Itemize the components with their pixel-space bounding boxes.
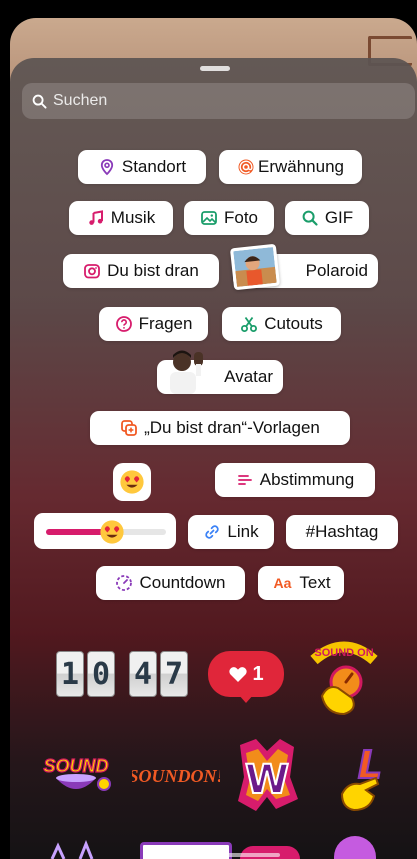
search-bar[interactable] [22,83,415,119]
sticker-label: Cutouts [264,314,323,333]
sticker-label: Standort [121,157,187,176]
sticker-emoji-question[interactable] [113,463,151,501]
sticker-countdown[interactable]: Countdown [96,566,245,600]
sticker-label: #Hashtag [305,522,379,541]
sticker-clock[interactable]: 1 0 4 7 [56,651,188,697]
clock-digit: 1 [56,651,84,697]
sticker-du-bist-dran[interactable]: Du bist dran [63,254,219,288]
search-gif-icon [301,209,319,227]
sticker-vorlagen[interactable]: „Du bist dran“-Vorlagen [90,411,350,445]
screen: Standort Erwähnung Musik Foto GIF [0,0,417,859]
sticker-cutouts[interactable]: Cutouts [222,307,341,341]
text-aa-icon: Aa [273,575,292,591]
clock-digit: 0 [87,651,115,697]
countdown-timer-icon [115,574,133,592]
like-count: 1 [252,662,264,685]
sticker-hashtag[interactable]: #Hashtag [286,515,398,549]
sticker-abstimmung[interactable]: Abstimmung [215,463,375,497]
avatar-figure [158,346,214,394]
photo-icon [200,209,218,227]
sticker-label: „Du bist dran“-Vorlagen [144,418,320,437]
template-icon [120,419,138,437]
sticker-sound-bowl[interactable]: SOUND [36,750,116,798]
sticker-foto[interactable]: Foto [184,201,274,235]
sticker-sound-on-hand[interactable]: SOUND ON [308,638,380,716]
sheet-grabber[interactable] [200,66,230,71]
heart-eyes-emoji-icon[interactable] [99,519,125,545]
sticker-sound-on-script[interactable]: SOUNDON! [128,760,223,790]
location-pin-icon [98,158,116,176]
sticker-label: Polaroid [305,261,368,280]
scissors-icon [240,315,258,333]
sticker-label: Musik [110,208,156,227]
question-bubble-icon [115,315,133,333]
camera-icon [83,262,101,280]
sticker-label: Abstimmung [259,470,355,489]
search-icon [32,94,47,109]
sticker-standort[interactable]: Standort [78,150,206,184]
link-icon [203,523,221,541]
heart-icon [229,667,248,682]
sticker-label: Link [227,522,259,541]
sticker-emoji-slider[interactable] [34,513,176,549]
sticker-label: Fragen [138,314,193,333]
sticker-label: Text [299,573,331,592]
clock-digit: 7 [160,651,188,697]
sticker-like-count[interactable]: 1 [208,651,284,697]
letter-w-text: W [245,757,289,803]
sticker-text[interactable]: Aa Text [258,566,344,600]
sticker-label: Erwähnung [257,157,344,176]
sticker-letter-w[interactable]: W [234,737,300,813]
sound-text: SOUND [43,756,108,776]
sound-on-2-text: SOUNDON! [132,766,220,786]
clock-digit: 4 [129,651,157,697]
sticker-fragen[interactable]: Fragen [99,307,208,341]
sticker-label: GIF [324,208,354,227]
sticker-label: Countdown [139,573,226,592]
like-sticker-tail [238,694,254,703]
sticker-letter-l-hand[interactable]: L [336,738,398,812]
sticker-label: Du bist dran [107,261,199,280]
heart-eyes-emoji-icon [120,470,144,494]
sticker-label: Avatar [224,367,273,386]
home-indicator [200,853,280,857]
sticker-musik[interactable]: Musik [69,201,173,235]
sticker-partial-1[interactable] [46,839,106,859]
sticker-link[interactable]: Link [188,515,274,549]
music-note-icon [87,209,105,227]
at-sign-icon [237,158,255,176]
sticker-gif[interactable]: GIF [285,201,369,235]
sticker-erwaehnung[interactable]: Erwähnung [219,150,362,184]
sticker-label: Foto [223,208,259,227]
search-input[interactable] [53,92,393,110]
poll-lines-icon [236,471,254,489]
polaroid-thumbnail [229,243,281,291]
sound-on-text: SOUND ON [314,647,373,659]
